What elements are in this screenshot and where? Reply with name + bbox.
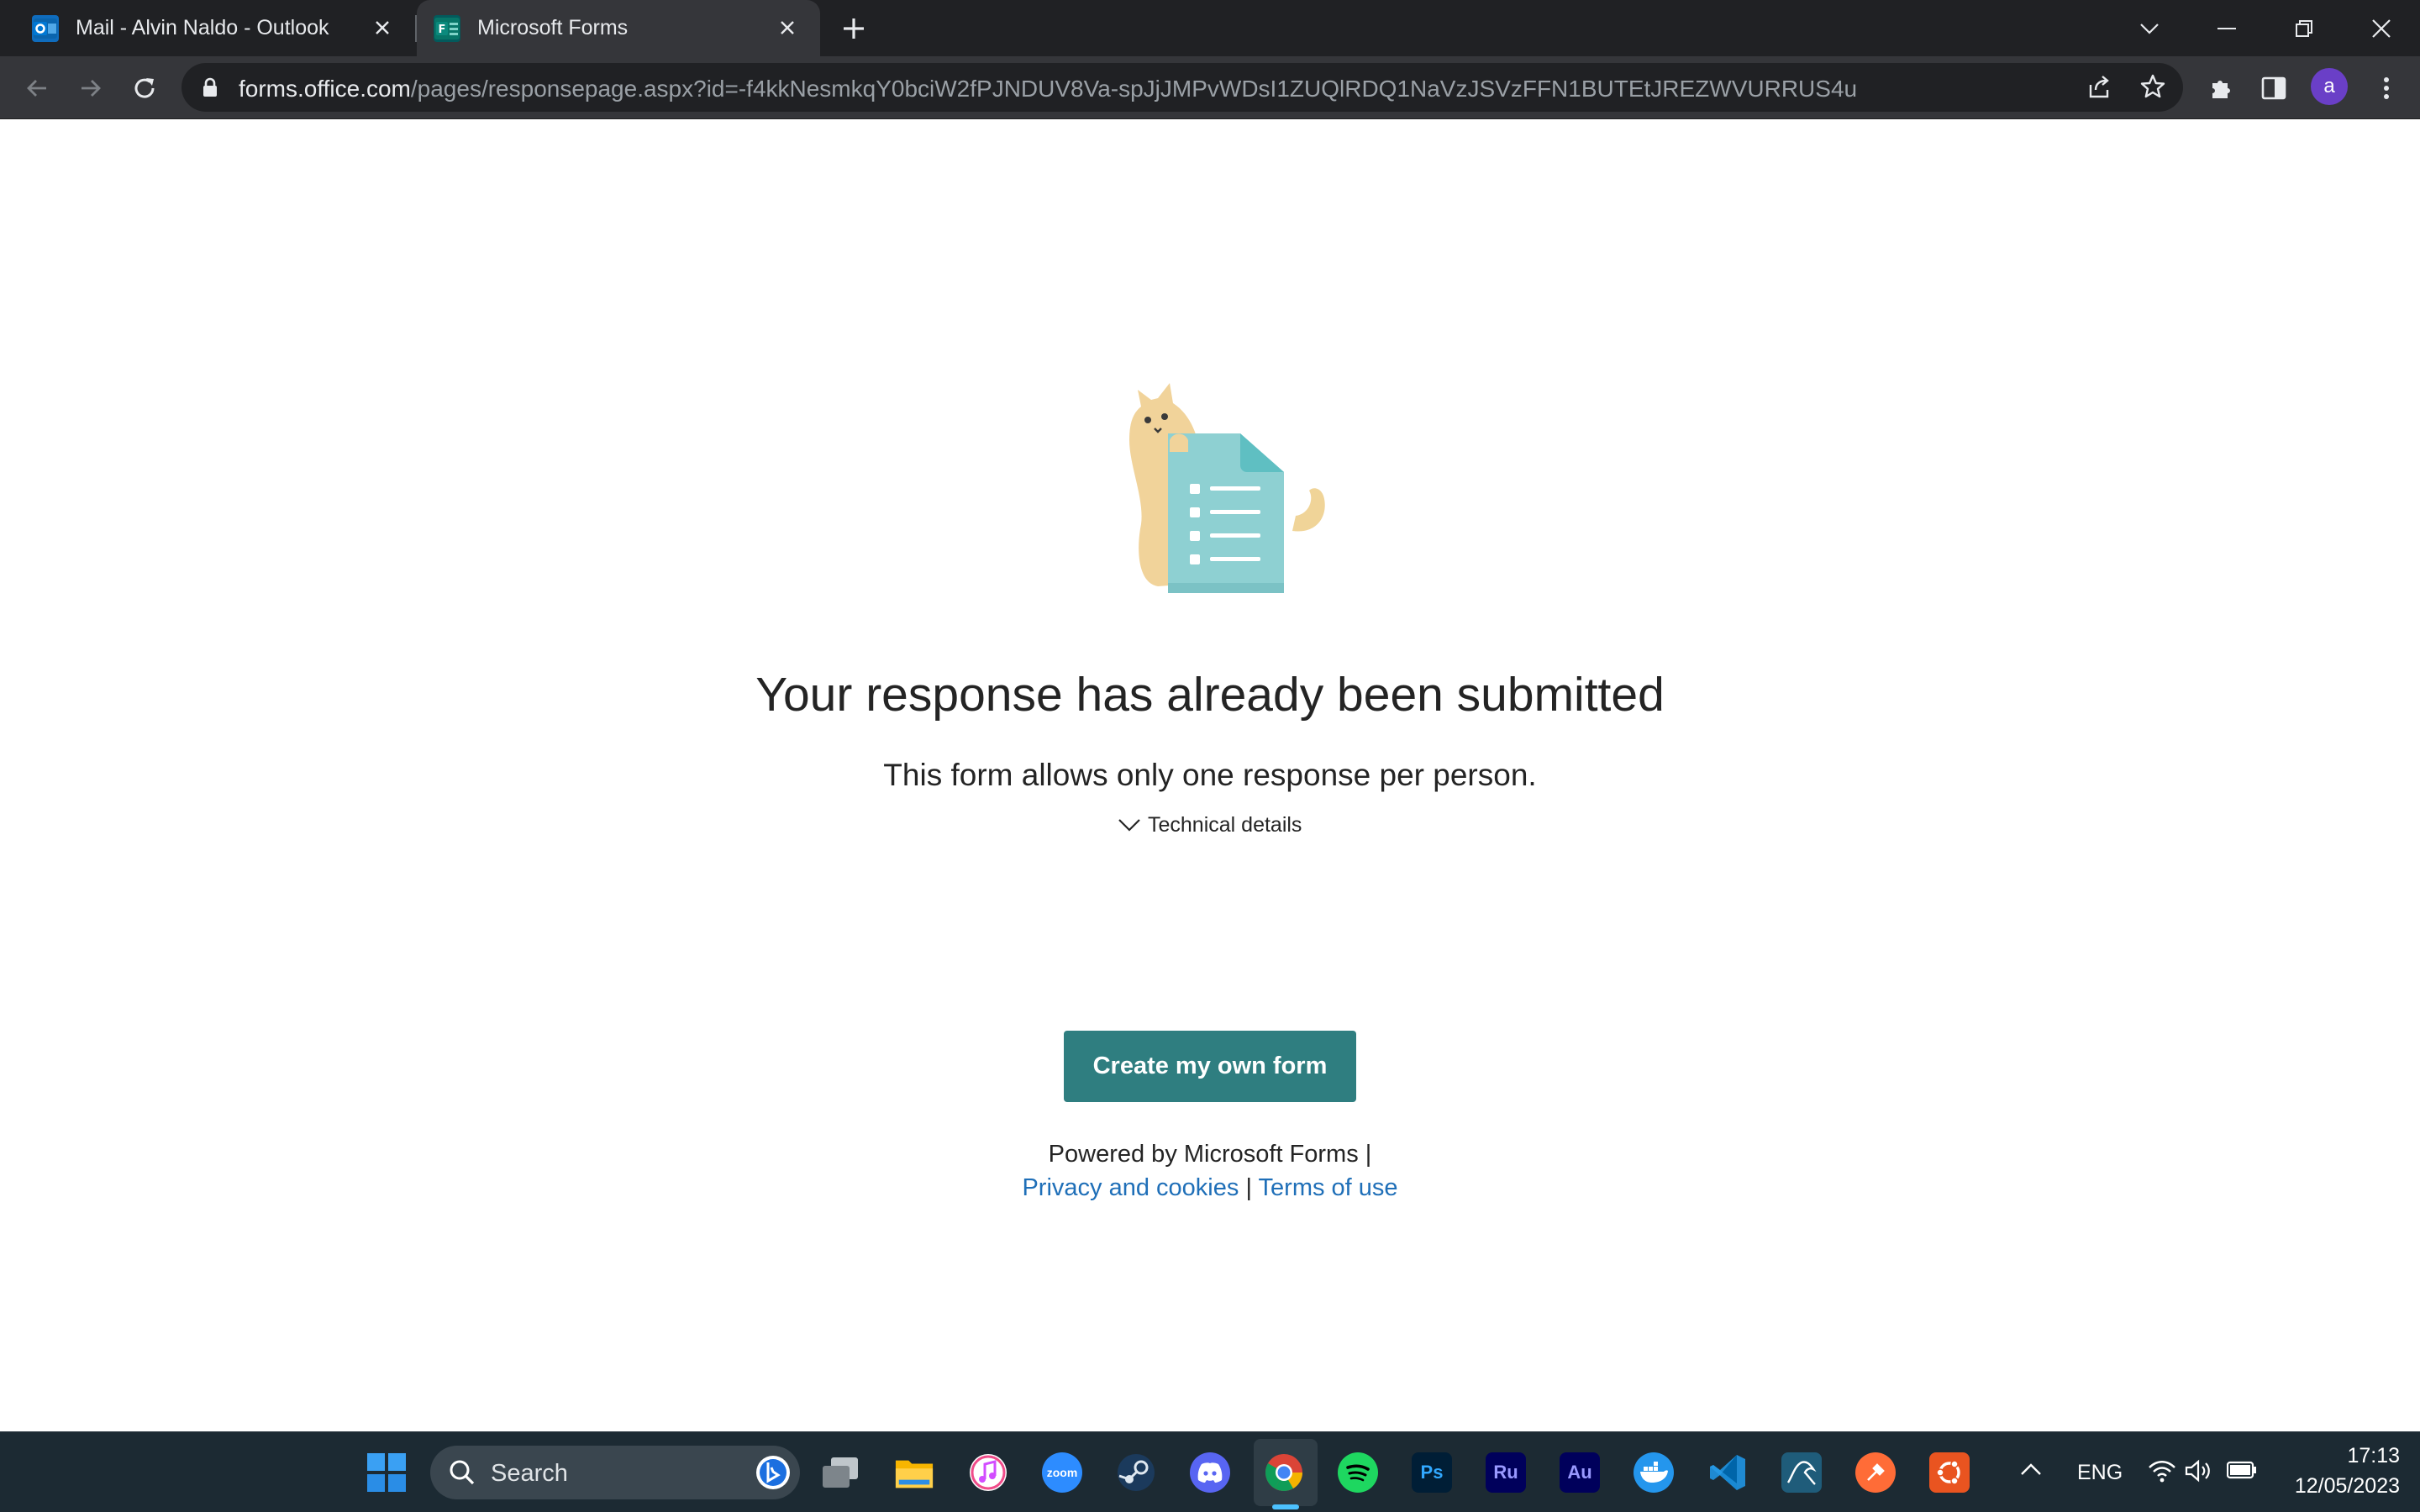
close-window-icon[interactable] [2363,10,2400,47]
chevron-down-icon [1118,819,1140,832]
spotify-icon[interactable] [1338,1452,1378,1493]
clock-date[interactable]: 12/05/2023 [2274,1474,2400,1499]
url-path: /pages/responsepage.aspx?id=-f4kkNesmkqY… [410,76,1858,102]
url-host: forms.office.com [239,76,411,102]
start-icon[interactable] [366,1452,407,1493]
privacy-and-cookies-link[interactable]: Privacy and cookies [1022,1174,1239,1201]
docker-icon[interactable] [1634,1452,1674,1493]
audition-label: Au [1567,1462,1592,1483]
rush-label: Ru [1493,1462,1518,1483]
search-placeholder: Search [491,1460,568,1487]
new-tab-icon[interactable] [839,13,869,44]
taskbar-search[interactable]: Search [430,1446,800,1499]
powered-by-text: Powered by Microsoft Forms | [1048,1141,1372,1168]
side-panel-icon[interactable] [2259,73,2289,103]
forms-response-page: Your response has already been submitted… [0,119,2420,1431]
technical-details-toggle[interactable]: Technical details [1118,808,1302,842]
postman-icon[interactable] [1855,1452,1896,1493]
steam-icon[interactable] [1116,1452,1156,1493]
zoom-icon[interactable]: zoom [1042,1452,1082,1493]
zoom-label: zoom [1046,1466,1078,1479]
vscode-icon[interactable] [1707,1452,1748,1493]
restore-icon[interactable] [2286,10,2323,47]
ubuntu-icon[interactable] [1929,1452,1970,1493]
bing-icon[interactable] [755,1454,792,1495]
tab-outlook-mail[interactable]: Mail - Alvin Naldo - Outlook [0,0,415,56]
file-explorer-icon[interactable] [894,1452,934,1493]
url-text: forms.office.com/pages/responsepage.aspx… [239,76,1857,102]
tab-label: Mail - Alvin Naldo - Outlook [76,16,329,39]
premiere-rush-icon[interactable]: Ru [1486,1452,1526,1493]
extensions-puzzle-icon[interactable] [2207,73,2237,103]
outlook-icon [32,14,59,42]
search-icon [449,1459,476,1490]
footer-links: Privacy and cookies | Terms of use [0,1174,2420,1202]
tab-label: Microsoft Forms [477,16,629,39]
photoshop-label: Ps [1420,1462,1444,1483]
clock-time[interactable]: 17:13 [2339,1444,2400,1468]
mysql-workbench-icon[interactable] [1781,1452,1822,1493]
wifi-icon[interactable] [2148,1459,2176,1487]
itunes-icon[interactable] [968,1452,1008,1493]
share-icon[interactable] [2086,75,2112,104]
create-my-own-form-button[interactable]: Create my own form [1064,1031,1356,1102]
forms-icon: F [434,14,460,42]
active-app-indicator [1272,1504,1299,1509]
reload-icon[interactable] [129,73,160,103]
lock-icon[interactable] [202,77,218,102]
terms-of-use-link[interactable]: Terms of use [1259,1174,1398,1201]
photoshop-icon[interactable]: Ps [1412,1452,1452,1493]
windows-taskbar: Search zoom Ps Ru Au ENG 17:13 12/05/202… [0,1431,2420,1512]
back-arrow-icon[interactable] [22,73,52,103]
more-menu-icon[interactable] [2371,73,2402,103]
link-separator: | [1245,1174,1252,1201]
minimize-icon[interactable] [2208,10,2245,47]
tab-microsoft-forms[interactable]: F Microsoft Forms [417,0,820,56]
forward-arrow-icon[interactable] [76,73,106,103]
discord-icon[interactable] [1190,1452,1230,1493]
language-indicator[interactable]: ENG [2077,1461,2123,1485]
technical-details-label: Technical details [1148,812,1302,837]
close-icon[interactable] [368,13,397,42]
address-bar[interactable]: forms.office.com/pages/responsepage.aspx… [182,63,2183,112]
page-subtitle: This form allows only one response per p… [883,758,1537,792]
close-icon[interactable] [773,13,802,42]
cat-form-illustration [1107,381,1331,595]
audition-icon[interactable]: Au [1560,1452,1600,1493]
page-title: Your response has already been submitted [755,668,1665,722]
show-hidden-icons-chevron-icon[interactable] [2020,1462,2042,1480]
tab-search-chevron-icon[interactable] [2131,10,2168,47]
battery-icon[interactable] [2226,1461,2257,1483]
browser-toolbar: forms.office.com/pages/responsepage.aspx… [0,56,2420,119]
profile-avatar[interactable]: a [2311,68,2348,105]
svg-text:F: F [439,24,446,36]
task-view-icon[interactable] [820,1452,860,1493]
browser-tab-strip: Mail - Alvin Naldo - Outlook F Microsoft… [0,0,2420,56]
bookmark-star-icon[interactable] [2139,73,2166,104]
volume-icon[interactable] [2185,1459,2212,1487]
chrome-icon[interactable] [1264,1452,1304,1493]
